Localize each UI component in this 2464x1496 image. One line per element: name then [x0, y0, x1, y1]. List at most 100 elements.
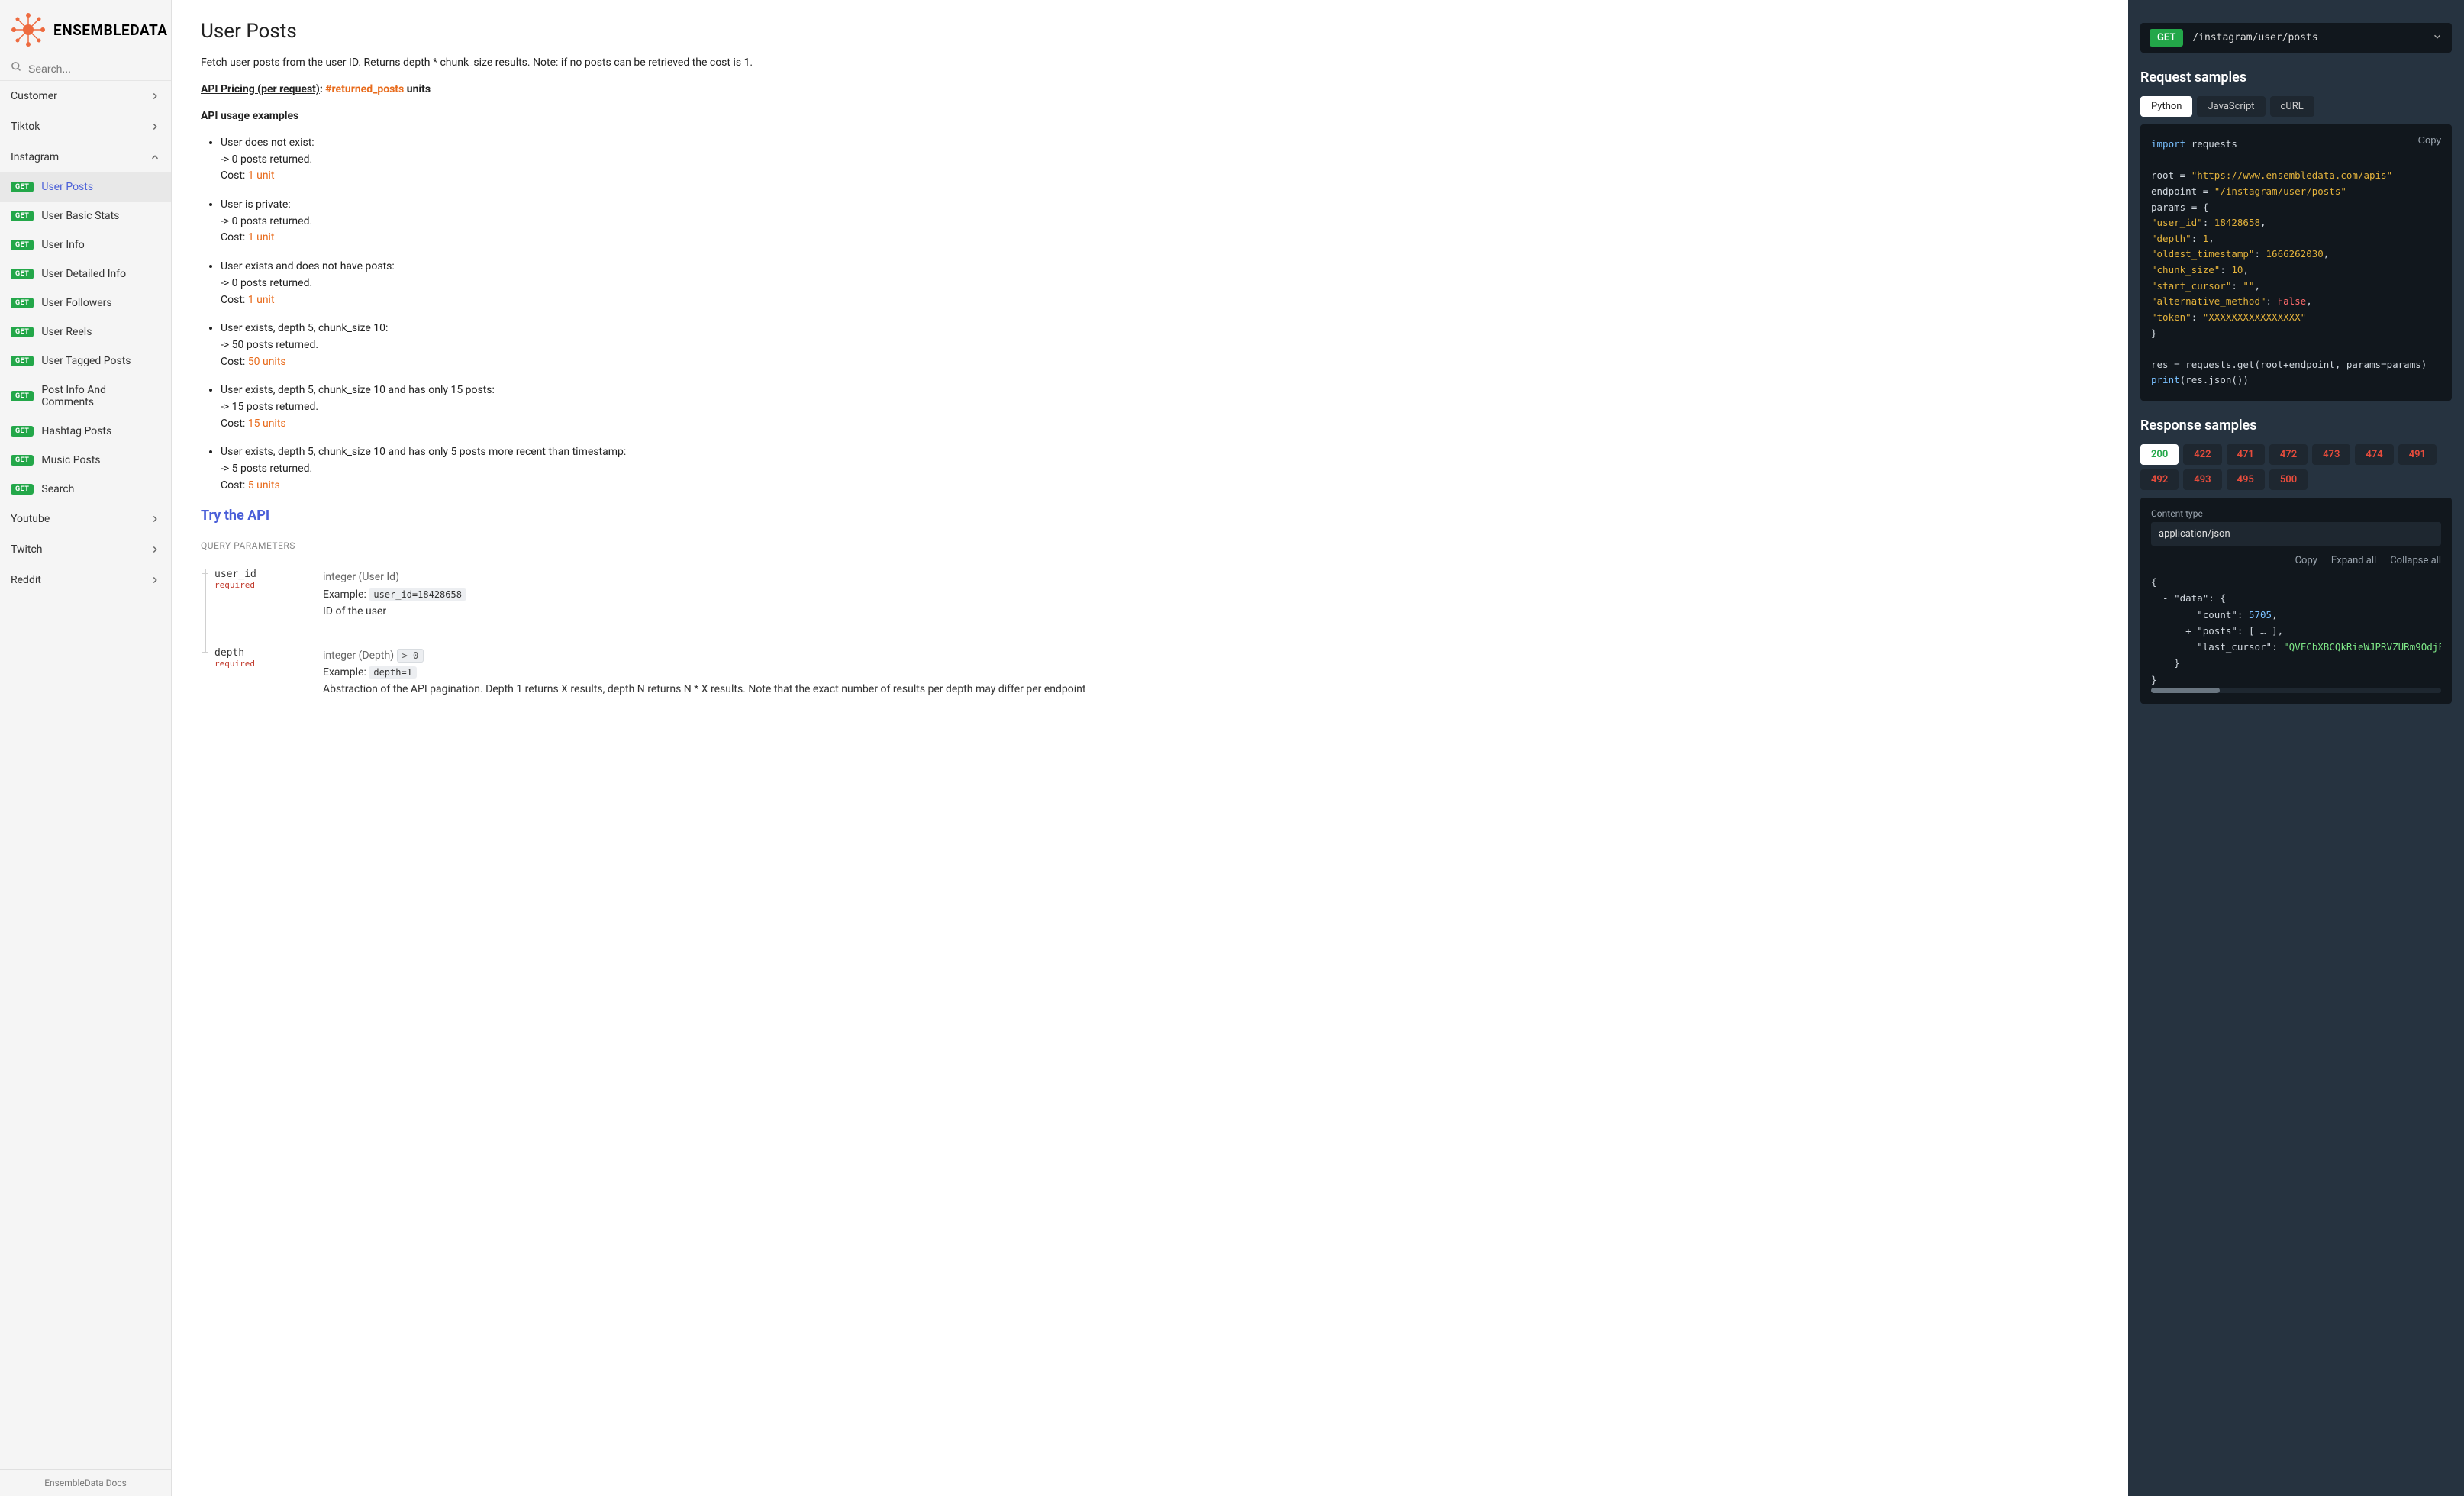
- logo-icon: [9, 11, 47, 49]
- resp-tool-collapse-all[interactable]: Collapse all: [2390, 555, 2441, 566]
- nav-item-search[interactable]: GETSearch: [0, 475, 171, 504]
- brand-name: ENSEMBLEDATA: [53, 21, 168, 39]
- usage-example: User exists and does not have posts:-> 0…: [221, 259, 2099, 308]
- pricing-line: API Pricing (per request): #returned_pos…: [201, 82, 2099, 98]
- status-tab-471[interactable]: 471: [2227, 444, 2265, 465]
- param-required: required: [214, 580, 300, 590]
- resp-tool-expand-all[interactable]: Expand all: [2331, 555, 2376, 566]
- nav-item-user-tagged-posts[interactable]: GETUser Tagged Posts: [0, 347, 171, 376]
- page-title: User Posts: [201, 20, 2099, 43]
- status-tab-200[interactable]: 200: [2140, 444, 2179, 465]
- param-user_id: user_id required integer (User Id) Examp…: [201, 569, 2099, 630]
- nav-item-user-detailed-info[interactable]: GETUser Detailed Info: [0, 260, 171, 289]
- status-tab-500[interactable]: 500: [2269, 469, 2308, 490]
- nav-group-twitch[interactable]: Twitch: [0, 534, 171, 565]
- resp-tool-copy[interactable]: Copy: [2295, 555, 2317, 566]
- main-content: User Posts Fetch user posts from the use…: [172, 0, 2128, 1496]
- samples-panel: GET /instagram/user/posts Request sample…: [2128, 0, 2464, 1496]
- status-tab-491[interactable]: 491: [2398, 444, 2437, 465]
- lang-tab-curl[interactable]: cURL: [2270, 96, 2314, 117]
- status-tab-495[interactable]: 495: [2227, 469, 2265, 490]
- sidebar-footer: EnsembleData Docs: [0, 1469, 171, 1496]
- get-badge: GET: [11, 484, 34, 495]
- search-icon: [11, 61, 22, 76]
- language-tabs: PythonJavaScriptcURL: [2140, 96, 2452, 117]
- sidebar: ENSEMBLEDATA CustomerTiktokInstagramGETU…: [0, 0, 172, 1496]
- get-badge: GET: [11, 298, 34, 308]
- content-type-value: application/json: [2151, 522, 2441, 546]
- get-badge: GET: [11, 327, 34, 337]
- scrollbar[interactable]: [2151, 688, 2441, 693]
- search-bar[interactable]: [0, 56, 171, 81]
- param-required: required: [214, 659, 300, 669]
- request-samples-heading: Request samples: [2140, 69, 2452, 85]
- search-input[interactable]: [28, 63, 166, 75]
- copy-button[interactable]: Copy: [2418, 132, 2441, 148]
- endpoint-selector[interactable]: GET /instagram/user/posts: [2140, 23, 2452, 53]
- status-tab-493[interactable]: 493: [2183, 469, 2221, 490]
- usage-heading: API usage examples: [201, 108, 2099, 124]
- get-badge: GET: [11, 211, 34, 221]
- nav-item-hashtag-posts[interactable]: GETHashtag Posts: [0, 417, 171, 446]
- response-samples-heading: Response samples: [2140, 418, 2452, 434]
- nav-group-youtube[interactable]: Youtube: [0, 504, 171, 534]
- usage-example: User is private:-> 0 posts returned.Cost…: [221, 197, 2099, 247]
- status-tab-474[interactable]: 474: [2355, 444, 2393, 465]
- response-tools: Copy Expand all Collapse all: [2151, 555, 2441, 566]
- nav-item-user-posts[interactable]: GETUser Posts: [0, 172, 171, 202]
- try-api-link[interactable]: Try the API: [201, 508, 269, 524]
- param-name: depth: [214, 647, 300, 659]
- param-type: integer (User Id): [323, 571, 399, 583]
- usage-example: User exists, depth 5, chunk_size 10:-> 5…: [221, 321, 2099, 370]
- lang-tab-javascript[interactable]: JavaScript: [2197, 96, 2265, 117]
- status-tab-492[interactable]: 492: [2140, 469, 2179, 490]
- query-params-label: QUERY PARAMETERS: [201, 540, 2099, 556]
- param-example-label: Example:: [323, 666, 369, 679]
- page-description: Fetch user posts from the user ID. Retur…: [201, 55, 2099, 71]
- nav-item-user-reels[interactable]: GETUser Reels: [0, 318, 171, 347]
- nav-item-user-followers[interactable]: GETUser Followers: [0, 289, 171, 318]
- endpoint-path: /instagram/user/posts: [2192, 32, 2423, 44]
- get-badge: GET: [11, 356, 34, 366]
- param-constraint: > 0: [397, 649, 424, 663]
- nav-item-user-info[interactable]: GETUser Info: [0, 231, 171, 260]
- get-badge: GET: [11, 455, 34, 466]
- nav-group-reddit[interactable]: Reddit: [0, 565, 171, 595]
- usage-example: User exists, depth 5, chunk_size 10 and …: [221, 382, 2099, 432]
- get-badge: GET: [11, 182, 34, 192]
- usage-examples: User does not exist:-> 0 posts returned.…: [221, 135, 2099, 494]
- get-badge: GET: [11, 269, 34, 279]
- param-depth: depth required integer (Depth) > 0 Examp…: [201, 647, 2099, 708]
- param-example: user_id=18428658: [369, 588, 466, 601]
- get-badge: GET: [11, 240, 34, 250]
- usage-example: User exists, depth 5, chunk_size 10 and …: [221, 444, 2099, 494]
- nav-group-customer[interactable]: Customer: [0, 81, 171, 111]
- nav-item-music-posts[interactable]: GETMusic Posts: [0, 446, 171, 475]
- chevron-down-icon: [2432, 31, 2443, 45]
- status-tab-422[interactable]: 422: [2183, 444, 2221, 465]
- status-code-tabs: 200422 471472473474491 492493 495500: [2140, 444, 2452, 490]
- request-code: Copy import requests root = "https://www…: [2140, 124, 2452, 401]
- content-type-label: Content type: [2151, 508, 2441, 519]
- lang-tab-python[interactable]: Python: [2140, 96, 2192, 117]
- method-badge: GET: [2150, 29, 2183, 47]
- nav-group-tiktok[interactable]: Tiktok: [0, 111, 171, 142]
- response-box: Content type application/json Copy Expand…: [2140, 498, 2452, 704]
- logo[interactable]: ENSEMBLEDATA: [0, 0, 171, 56]
- get-badge: GET: [11, 426, 34, 437]
- nav-item-user-basic-stats[interactable]: GETUser Basic Stats: [0, 202, 171, 231]
- param-type: integer (Depth): [323, 650, 394, 662]
- param-example: depth=1: [369, 666, 417, 679]
- query-params: user_id required integer (User Id) Examp…: [201, 569, 2099, 708]
- nav-item-post-info-and-comments[interactable]: GETPost Info And Comments: [0, 376, 171, 417]
- pricing-variable: #returned_posts: [325, 83, 404, 95]
- response-json: { - "data": { "count": 5705, + "posts": …: [2151, 574, 2441, 688]
- nav-group-instagram[interactable]: Instagram: [0, 142, 171, 172]
- usage-example: User does not exist:-> 0 posts returned.…: [221, 135, 2099, 185]
- pricing-label: API Pricing (per request): [201, 83, 320, 95]
- status-tab-473[interactable]: 473: [2312, 444, 2350, 465]
- nav: CustomerTiktokInstagramGETUser PostsGETU…: [0, 81, 171, 1469]
- get-badge: GET: [11, 391, 34, 401]
- status-tab-472[interactable]: 472: [2269, 444, 2308, 465]
- param-desc: ID of the user: [323, 605, 386, 617]
